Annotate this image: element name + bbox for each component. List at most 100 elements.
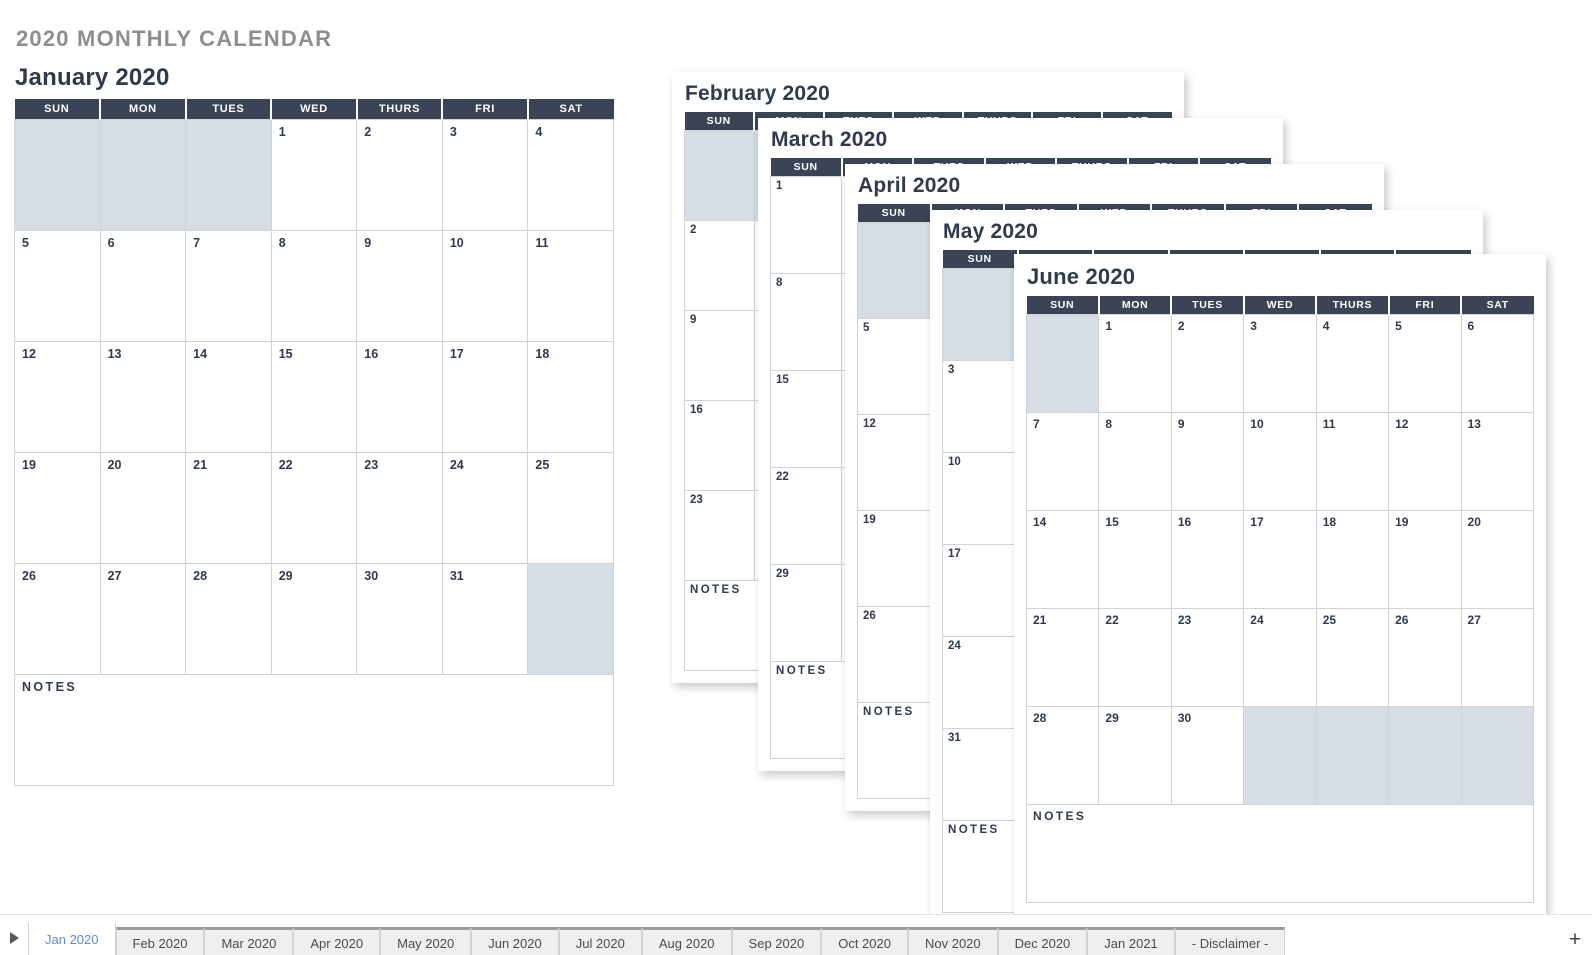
day-cell[interactable]: 24 — [1243, 608, 1317, 707]
day-cell[interactable]: 25 — [1315, 608, 1390, 707]
day-cell[interactable]: 12 — [856, 414, 932, 511]
sheet-tab-jan-2021[interactable]: Jan 2021 — [1087, 927, 1175, 955]
day-cell[interactable]: 26 — [856, 606, 932, 703]
day-cell-empty[interactable] — [684, 130, 755, 221]
day-cell[interactable]: 26 — [1388, 608, 1462, 707]
day-cell[interactable]: 2 — [356, 119, 443, 231]
day-cell[interactable]: 24 — [941, 636, 1019, 729]
day-cell[interactable]: 24 — [441, 452, 529, 564]
day-cell[interactable]: 4 — [527, 119, 614, 231]
day-cell-empty[interactable] — [14, 119, 101, 231]
day-cell[interactable]: 7 — [185, 230, 272, 342]
day-cell[interactable]: 9 — [1170, 412, 1245, 511]
day-cell[interactable]: 5 — [856, 318, 932, 415]
sheet-tab-jul-2020[interactable]: Jul 2020 — [558, 927, 642, 955]
day-cell[interactable]: 16 — [356, 341, 443, 453]
sheet-tab-feb-2020[interactable]: Feb 2020 — [115, 927, 205, 955]
day-cell[interactable]: 23 — [1170, 608, 1245, 707]
day-cell[interactable]: 1 — [270, 119, 358, 231]
day-cell[interactable]: 17 — [441, 341, 529, 453]
sheet-tab-disclaimer[interactable]: - Disclaimer - — [1174, 927, 1286, 955]
day-cell[interactable]: 1 — [769, 176, 843, 274]
sheet-tab-jan-2020[interactable]: Jan 2020 — [28, 921, 116, 955]
day-cell[interactable]: 6 — [1460, 314, 1535, 413]
day-cell[interactable]: 20 — [99, 452, 187, 564]
sheet-tab-mar-2020[interactable]: Mar 2020 — [204, 927, 294, 955]
day-cell[interactable]: 19 — [14, 452, 101, 564]
day-cell[interactable]: 20 — [1460, 510, 1535, 609]
triangle-right-icon[interactable] — [0, 923, 28, 953]
day-cell[interactable]: 2 — [684, 220, 755, 311]
day-cell[interactable]: 18 — [527, 341, 614, 453]
day-cell[interactable]: 19 — [856, 510, 932, 607]
day-cell-empty[interactable] — [185, 119, 272, 231]
day-cell[interactable]: 27 — [1460, 608, 1535, 707]
add-sheet-button[interactable]: + — [1558, 927, 1592, 955]
day-cell-empty[interactable] — [941, 268, 1019, 361]
day-cell[interactable]: 17 — [1243, 510, 1317, 609]
day-cell[interactable]: 15 — [270, 341, 358, 453]
day-cell[interactable]: 9 — [356, 230, 443, 342]
day-cell-empty[interactable] — [1243, 706, 1317, 805]
sheet-tab-aug-2020[interactable]: Aug 2020 — [641, 927, 732, 955]
day-cell[interactable]: 25 — [527, 452, 614, 564]
sheet-tab-nov-2020[interactable]: Nov 2020 — [907, 927, 998, 955]
day-cell[interactable]: 22 — [270, 452, 358, 564]
day-cell-empty[interactable] — [1315, 706, 1390, 805]
sheet-tab-apr-2020[interactable]: Apr 2020 — [293, 927, 381, 955]
day-cell-empty[interactable] — [856, 222, 932, 319]
calendar-card-june[interactable]: June 2020 SUN MON TUES WED THURS FRI SAT 1 2 3 4 5 6 7… — [1014, 254, 1546, 915]
day-cell-empty[interactable] — [527, 563, 614, 675]
day-cell[interactable]: 19 — [1388, 510, 1462, 609]
day-cell[interactable]: 10 — [441, 230, 529, 342]
day-cell[interactable]: 26 — [14, 563, 101, 675]
day-cell[interactable]: 8 — [769, 273, 843, 371]
day-cell[interactable]: 28 — [185, 563, 272, 675]
notes-section[interactable]: NOTES — [1026, 804, 1534, 903]
day-cell[interactable]: 3 — [941, 360, 1019, 453]
day-cell[interactable]: 29 — [1098, 706, 1172, 805]
day-cell[interactable]: 22 — [769, 467, 843, 565]
sheet-tab-jun-2020[interactable]: Jun 2020 — [471, 927, 559, 955]
sheet-tab-dec-2020[interactable]: Dec 2020 — [997, 927, 1088, 955]
day-cell[interactable]: 16 — [1170, 510, 1245, 609]
day-cell[interactable]: 8 — [1098, 412, 1172, 511]
day-cell[interactable]: 28 — [1025, 706, 1100, 805]
notes-section[interactable]: NOTES — [14, 674, 614, 786]
day-cell[interactable]: 21 — [185, 452, 272, 564]
day-cell[interactable]: 17 — [941, 544, 1019, 637]
day-cell[interactable]: 6 — [99, 230, 187, 342]
day-cell[interactable]: 30 — [356, 563, 443, 675]
day-cell[interactable]: 31 — [941, 728, 1019, 821]
sheet-tab-may-2020[interactable]: May 2020 — [380, 927, 472, 955]
day-cell[interactable]: 15 — [1098, 510, 1172, 609]
day-cell[interactable]: 11 — [1315, 412, 1390, 511]
day-cell[interactable]: 2 — [1170, 314, 1245, 413]
day-cell[interactable]: 3 — [441, 119, 529, 231]
day-cell[interactable]: 8 — [270, 230, 358, 342]
day-cell[interactable]: 13 — [1460, 412, 1535, 511]
day-cell[interactable]: 18 — [1315, 510, 1390, 609]
day-cell[interactable]: 12 — [14, 341, 101, 453]
day-cell-empty[interactable] — [1460, 706, 1535, 805]
day-cell[interactable]: 1 — [1098, 314, 1172, 413]
day-cell[interactable]: 16 — [684, 400, 755, 491]
day-cell[interactable]: 4 — [1315, 314, 1390, 413]
day-cell[interactable]: 22 — [1098, 608, 1172, 707]
sheet-tab-oct-2020[interactable]: Oct 2020 — [821, 927, 908, 955]
day-cell[interactable]: 15 — [769, 370, 843, 468]
day-cell[interactable]: 9 — [684, 310, 755, 401]
day-cell[interactable]: 23 — [684, 490, 755, 581]
day-cell[interactable]: 7 — [1025, 412, 1100, 511]
day-cell[interactable]: 23 — [356, 452, 443, 564]
day-cell[interactable]: 10 — [941, 452, 1019, 545]
day-cell[interactable]: 5 — [14, 230, 101, 342]
day-cell[interactable]: 13 — [99, 341, 187, 453]
day-cell[interactable]: 29 — [769, 564, 843, 662]
day-cell[interactable]: 30 — [1170, 706, 1245, 805]
day-cell[interactable]: 3 — [1243, 314, 1317, 413]
sheet-tab-sep-2020[interactable]: Sep 2020 — [731, 927, 822, 955]
day-cell[interactable]: 10 — [1243, 412, 1317, 511]
day-cell-empty[interactable] — [99, 119, 187, 231]
day-cell-empty[interactable] — [1025, 314, 1100, 413]
